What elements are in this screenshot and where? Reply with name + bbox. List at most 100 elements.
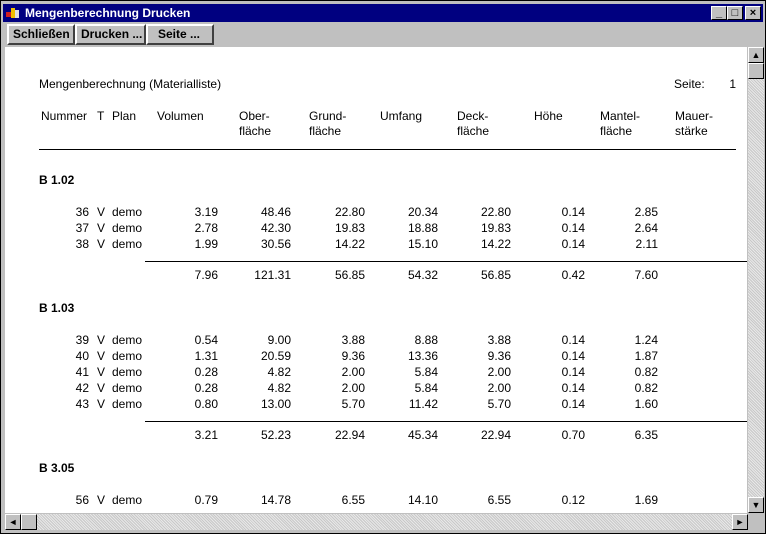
total-value: 52.23: [260, 428, 291, 442]
cell-value: 30.56: [260, 237, 291, 251]
cell-value: 4.82: [267, 381, 291, 395]
print-preview-window: Mengenberechnung Drucken _ □ × Schließen…: [0, 0, 766, 534]
minimize-button[interactable]: _: [711, 6, 727, 20]
total-value: 7.96: [194, 268, 218, 282]
total-value: 56.85: [334, 268, 365, 282]
total-value: 6.35: [634, 428, 658, 442]
total-value: 121.31: [254, 268, 291, 282]
group-heading: B 1.03: [39, 301, 75, 315]
total-value: 0.70: [561, 428, 585, 442]
header-mantelflaeche-line1: Mantel-: [600, 109, 641, 123]
cell-value: 9.00: [267, 333, 291, 347]
header-nummer: Nummer: [41, 109, 88, 123]
maximize-button[interactable]: □: [727, 6, 743, 20]
horizontal-scrollbar[interactable]: ◄ ►: [5, 514, 748, 530]
total-value: 45.34: [407, 428, 438, 442]
scroll-left-button[interactable]: ◄: [5, 514, 21, 530]
group-heading: B 1.02: [39, 173, 75, 187]
report-preview[interactable]: Mengenberechnung (Materialliste) Seite: 1 N…: [5, 47, 747, 513]
cell-t: V: [97, 349, 106, 363]
cell-t: V: [97, 397, 106, 411]
arrow-down-icon: ▼: [751, 500, 761, 510]
cell-value: 0.82: [634, 365, 658, 379]
minimize-icon: _: [715, 7, 723, 19]
group-heading: B 3.05: [39, 461, 75, 475]
cell-value: 0.14: [561, 397, 585, 411]
cell-value: 5.70: [487, 397, 511, 411]
cell-t: V: [97, 205, 106, 219]
cell-value: 1.31: [194, 349, 218, 363]
totals-divider: [145, 421, 747, 422]
total-value: 7.60: [634, 268, 658, 282]
cell-t: V: [97, 333, 106, 347]
title-bar[interactable]: Mengenberechnung Drucken _ □ ×: [3, 4, 763, 22]
cell-nummer: 42: [75, 381, 89, 395]
cell-value: 1.87: [634, 349, 658, 363]
header-plan: Plan: [112, 109, 137, 123]
cell-plan: demo: [112, 333, 143, 347]
cell-nummer: 56: [75, 493, 89, 507]
header-oberflaeche-line1: Ober-: [239, 109, 270, 123]
cell-value: 1.60: [634, 397, 658, 411]
cell-value: 0.28: [194, 365, 218, 379]
cell-value: 20.59: [260, 349, 291, 363]
cell-value: 2.85: [634, 205, 658, 219]
cell-t: V: [97, 221, 106, 235]
cell-value: 19.83: [334, 221, 365, 235]
header-divider: [39, 149, 736, 150]
cell-nummer: 37: [75, 221, 89, 235]
arrow-right-icon: ►: [735, 517, 745, 527]
header-hoehe: Höhe: [534, 109, 563, 123]
cell-value: 15.10: [407, 237, 438, 251]
scroll-down-button[interactable]: ▼: [748, 497, 764, 513]
cell-value: 22.80: [480, 205, 511, 219]
cell-value: 0.14: [561, 221, 585, 235]
scroll-up-button[interactable]: ▲: [748, 47, 764, 63]
header-deckflaeche-line2: fläche: [457, 124, 490, 138]
cell-plan: demo: [112, 365, 143, 379]
page-button[interactable]: Seite ...: [146, 24, 214, 45]
cell-value: 2.78: [194, 221, 218, 235]
cell-value: 0.12: [561, 493, 585, 507]
totals-divider: [145, 261, 747, 262]
report-title: Mengenberechnung (Materialliste): [39, 77, 222, 91]
vertical-scroll-thumb[interactable]: [748, 63, 764, 79]
cell-nummer: 43: [75, 397, 89, 411]
cell-value: 0.14: [561, 381, 585, 395]
cell-value: 0.82: [634, 381, 658, 395]
close-window-button[interactable]: ×: [745, 6, 761, 20]
cell-value: 9.36: [487, 349, 511, 363]
total-value: 22.94: [480, 428, 511, 442]
cell-plan: demo: [112, 493, 143, 507]
close-button[interactable]: Schließen: [7, 24, 75, 45]
cell-value: 5.84: [414, 365, 438, 379]
cell-value: 3.88: [341, 333, 365, 347]
arrow-left-icon: ◄: [8, 517, 18, 527]
header-mauerstaerke-line2: stärke: [675, 124, 708, 138]
cell-value: 0.79: [194, 493, 218, 507]
total-value: 3.21: [194, 428, 218, 442]
arrow-up-icon: ▲: [751, 50, 761, 60]
cell-plan: demo: [112, 237, 143, 251]
print-button[interactable]: Drucken ...: [75, 24, 146, 45]
cell-plan: demo: [112, 205, 143, 219]
cell-value: 48.46: [260, 205, 291, 219]
cell-value: 9.36: [341, 349, 365, 363]
header-mantelflaeche-line2: fläche: [600, 124, 633, 138]
cell-value: 11.42: [408, 397, 438, 411]
cell-value: 0.54: [194, 333, 218, 347]
cell-value: 5.84: [414, 381, 438, 395]
cell-value: 0.80: [194, 397, 218, 411]
header-grundflaeche-line1: Grund-: [309, 109, 347, 123]
scroll-right-button[interactable]: ►: [732, 514, 748, 530]
horizontal-scroll-thumb[interactable]: [21, 514, 37, 530]
cell-value: 19.83: [480, 221, 511, 235]
close-icon: ×: [749, 7, 757, 19]
header-volumen: Volumen: [157, 109, 204, 123]
window-title: Mengenberechnung Drucken: [25, 6, 191, 20]
header-umfang: Umfang: [380, 109, 423, 123]
cell-value: 1.24: [634, 333, 658, 347]
cell-value: 4.82: [267, 365, 291, 379]
vertical-scrollbar[interactable]: ▲ ▼: [748, 47, 764, 513]
page-label: Seite:: [674, 77, 705, 91]
